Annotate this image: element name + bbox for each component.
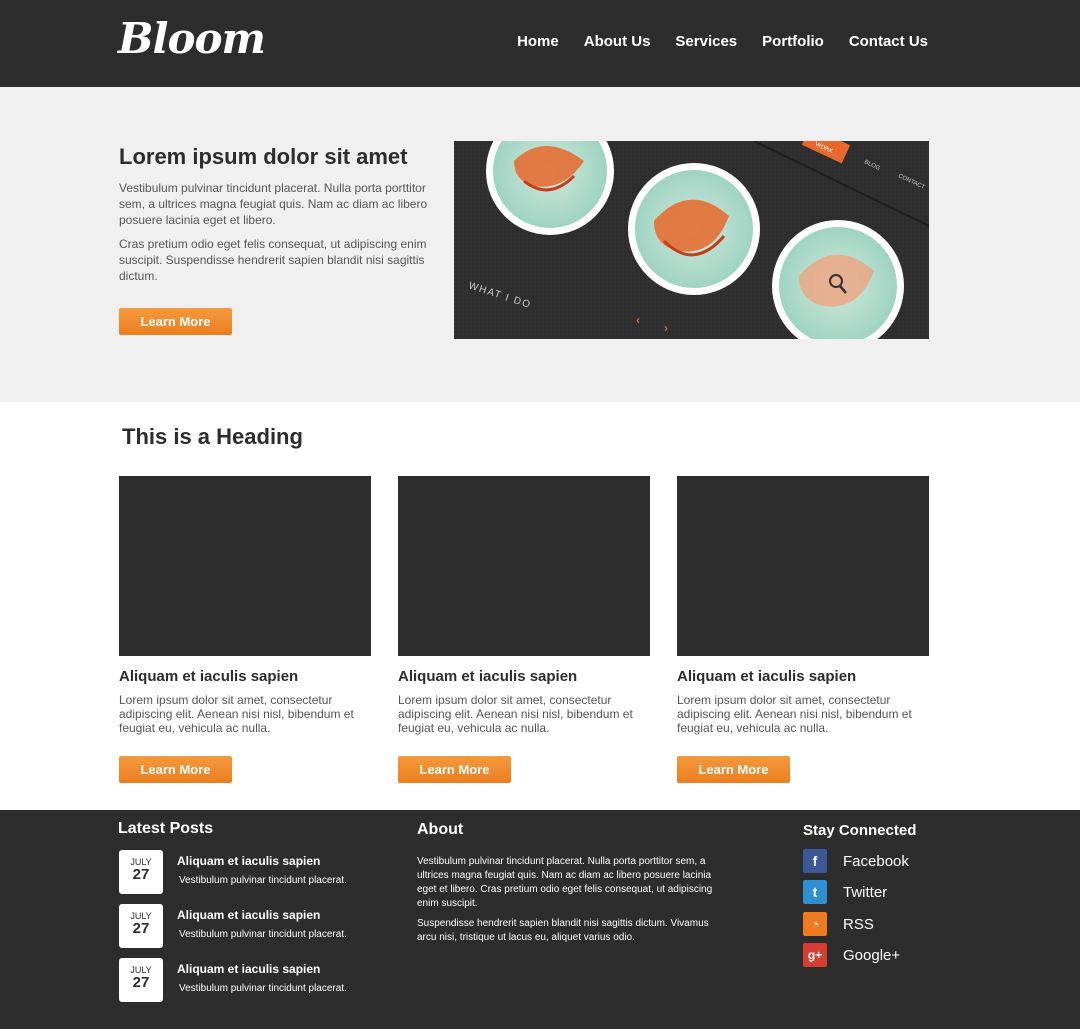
post-month: JULY xyxy=(130,857,152,867)
hero-paragraph-1: Vestibulum pulvinar tincidunt placerat. … xyxy=(119,181,428,227)
post-day: 27 xyxy=(132,866,150,883)
hero-learn-more-button[interactable]: Learn More xyxy=(119,308,232,335)
social-label: Twitter xyxy=(843,883,888,901)
about-paragraph-2: Suspendisse hendrerit sapien blandit nis… xyxy=(417,918,709,943)
post-month: JULY xyxy=(130,911,152,921)
latest-post-2[interactable]: JULY 27 Aliquam et iaculis sapien Vestib… xyxy=(119,904,379,948)
post-day: 27 xyxy=(132,920,150,937)
card-image xyxy=(119,476,371,656)
post-title[interactable]: Aliquam et iaculis sapien xyxy=(177,962,320,976)
about-title: About xyxy=(417,821,464,838)
card-text: Lorem ipsum dolor sit amet, consectetur … xyxy=(677,693,912,735)
feature-card-1: Aliquam et iaculis sapien Lorem ipsum do… xyxy=(119,476,371,783)
card-title: Aliquam et iaculis sapien xyxy=(398,668,578,685)
latest-posts-title: Latest Posts xyxy=(118,820,214,837)
card-image xyxy=(677,476,929,656)
post-date: JULY 27 xyxy=(119,850,163,894)
card-image xyxy=(398,476,650,656)
post-title[interactable]: Aliquam et iaculis sapien xyxy=(177,854,320,868)
post-day: 27 xyxy=(132,974,150,991)
social-twitter-link[interactable]: t Twitter xyxy=(803,880,887,904)
hero-image-artwork: WORK BLOG CONTACT WHAT I DO ‹ › xyxy=(454,141,929,339)
social-rss-link[interactable]: ◔ RSS xyxy=(803,912,874,936)
rss-icon: ◔ xyxy=(803,912,827,936)
plate-2 xyxy=(628,163,760,295)
post-date: JULY 27 xyxy=(119,904,163,948)
nav-contact-us[interactable]: Contact Us xyxy=(849,33,928,50)
hero-title: Lorem ipsum dolor sit amet xyxy=(119,144,408,169)
post-date: JULY 27 xyxy=(119,958,163,1002)
google-plus-icon: g+ xyxy=(803,943,827,967)
social-label: Google+ xyxy=(843,946,901,964)
hero-paragraph-2: Cras pretium odio eget felis consequat, … xyxy=(119,237,427,283)
card-title: Aliquam et iaculis sapien xyxy=(677,668,857,685)
nav-portfolio[interactable]: Portfolio xyxy=(762,33,824,50)
nav-home[interactable]: Home xyxy=(517,33,559,50)
social-label: RSS xyxy=(843,915,874,933)
stay-connected-title: Stay Connected xyxy=(803,822,917,839)
social-facebook-link[interactable]: f Facebook xyxy=(803,849,909,873)
card-text: Lorem ipsum dolor sit amet, consectetur … xyxy=(398,693,633,735)
card-learn-more-button[interactable]: Learn More xyxy=(398,756,511,783)
svg-text:‹: ‹ xyxy=(636,313,640,327)
about-paragraph-1: Vestibulum pulvinar tincidunt placerat. … xyxy=(417,856,713,909)
latest-post-3[interactable]: JULY 27 Aliquam et iaculis sapien Vestib… xyxy=(119,958,379,1002)
social-google-plus-link[interactable]: g+ Google+ xyxy=(803,943,900,967)
main-nav: Home About Us Services Portfolio Contact… xyxy=(517,33,928,50)
nav-about-us[interactable]: About Us xyxy=(584,33,651,50)
feature-card-3: Aliquam et iaculis sapien Lorem ipsum do… xyxy=(677,476,929,783)
nav-services[interactable]: Services xyxy=(675,33,737,50)
card-learn-more-button[interactable]: Learn More xyxy=(677,756,790,783)
logo[interactable]: Bloom xyxy=(118,14,266,63)
twitter-icon: t xyxy=(803,880,827,904)
hero-section: Lorem ipsum dolor sit amet Vestibulum pu… xyxy=(0,87,1080,402)
card-title: Aliquam et iaculis sapien xyxy=(119,668,299,685)
site-footer: Latest Posts JULY 27 Aliquam et iaculis … xyxy=(0,810,1080,1029)
post-month: JULY xyxy=(130,965,152,975)
feature-card-2: Aliquam et iaculis sapien Lorem ipsum do… xyxy=(398,476,650,783)
features-section: This is a Heading Aliquam et iaculis sap… xyxy=(0,402,1080,810)
card-text: Lorem ipsum dolor sit amet, consectetur … xyxy=(119,693,354,735)
latest-post-1[interactable]: JULY 27 Aliquam et iaculis sapien Vestib… xyxy=(119,850,379,894)
card-learn-more-button[interactable]: Learn More xyxy=(119,756,232,783)
section-heading: This is a Heading xyxy=(122,424,303,449)
site-header: Bloom Home About Us Services Portfolio C… xyxy=(0,0,1080,87)
social-label: Facebook xyxy=(843,852,909,870)
post-title[interactable]: Aliquam et iaculis sapien xyxy=(177,908,320,922)
post-excerpt: Vestibulum pulvinar tincidunt placerat. xyxy=(179,929,347,940)
post-excerpt: Vestibulum pulvinar tincidunt placerat. xyxy=(179,875,347,886)
svg-text:›: › xyxy=(664,321,668,335)
hero-image: WORK BLOG CONTACT WHAT I DO ‹ › xyxy=(454,141,929,339)
facebook-icon: f xyxy=(803,849,827,873)
post-excerpt: Vestibulum pulvinar tincidunt placerat. xyxy=(179,983,347,994)
